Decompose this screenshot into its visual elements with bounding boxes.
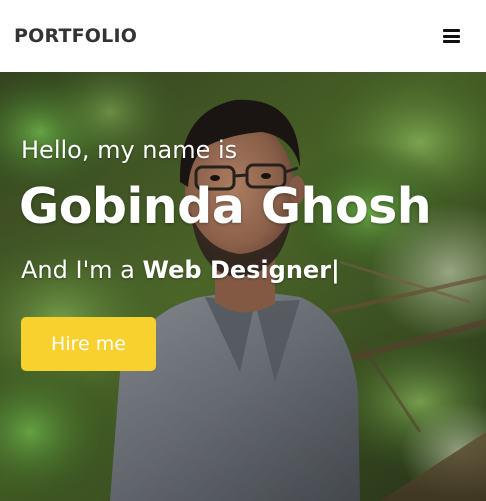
- portfolio-page: PORTFOLIO Hello, my name is Gobinda Ghos…: [0, 0, 486, 501]
- role-prefix: And I'm a: [21, 256, 143, 284]
- brand-logo-text[interactable]: PORTFOLIO: [14, 25, 137, 47]
- hamburger-menu-icon[interactable]: [443, 29, 460, 43]
- hero-name: Gobinda Ghosh: [19, 178, 432, 235]
- navbar: PORTFOLIO: [0, 0, 486, 72]
- role-text: Web Designer: [142, 256, 332, 284]
- hero-section: Hello, my name is Gobinda Ghosh And I'm …: [0, 72, 486, 501]
- hire-me-button[interactable]: Hire me: [21, 317, 156, 371]
- hero-role-line: And I'm a Web Designer|: [21, 256, 340, 284]
- typing-cursor: |: [331, 256, 340, 284]
- menu-bar-line: [443, 29, 460, 32]
- hero-greeting: Hello, my name is: [21, 136, 238, 164]
- menu-bar-line: [443, 34, 460, 38]
- menu-bar-line: [443, 40, 460, 43]
